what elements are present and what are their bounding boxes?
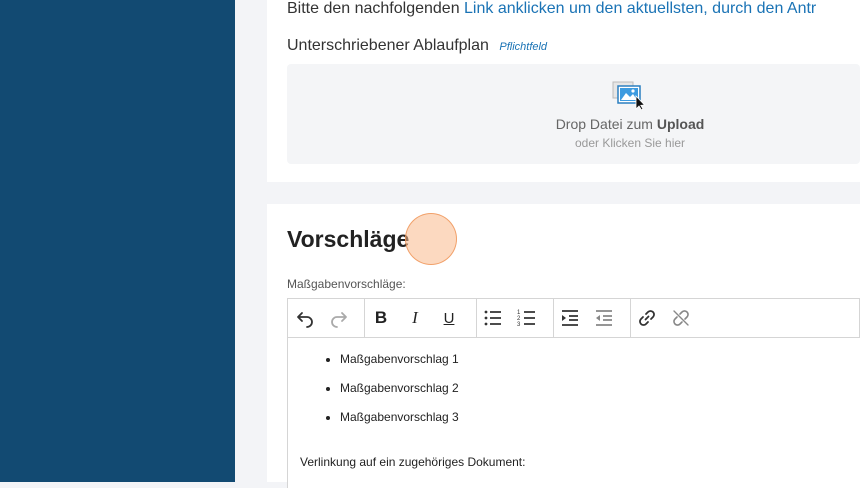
drop-text: Drop Datei zum Upload bbox=[287, 116, 860, 132]
format-group: B I U bbox=[364, 299, 477, 337]
unlink-icon bbox=[673, 310, 689, 326]
italic-button[interactable]: I bbox=[398, 299, 432, 337]
list-group: 1 2 3 bbox=[476, 299, 554, 337]
drop-subtext: oder Klicken Sie hier bbox=[574, 136, 686, 150]
outdent-button[interactable] bbox=[587, 299, 621, 337]
bold-label: B bbox=[374, 308, 388, 327]
intro-prefix: Bitte den nachfolgenden bbox=[287, 0, 465, 17]
section-title: Vorschläge bbox=[287, 226, 410, 252]
upload-card: Bitte den nachfolgenden Link anklicken u… bbox=[267, 0, 860, 182]
bold-button[interactable]: B bbox=[364, 299, 398, 337]
proposal-list: Maßgabenvorschlag 1 Maßgabenvorschlag 2 … bbox=[288, 352, 459, 439]
editor-content[interactable]: Maßgabenvorschlag 1 Maßgabenvorschlag 2 … bbox=[287, 338, 860, 488]
svg-text:3: 3 bbox=[517, 322, 521, 328]
numbered-list-icon: 1 2 3 bbox=[517, 310, 535, 328]
drop-bold: Upload bbox=[656, 116, 705, 132]
editor-toolbar: B I U 1 2 3 bbox=[287, 298, 860, 338]
list-item: Maßgabenvorschlag 2 bbox=[340, 381, 459, 410]
indent-button[interactable] bbox=[553, 299, 587, 337]
underline-label: U bbox=[443, 309, 455, 327]
link-icon bbox=[639, 310, 655, 326]
sidebar bbox=[0, 0, 235, 482]
intro-link[interactable]: Link anklicken um den aktuellsten, durch… bbox=[464, 0, 816, 17]
cursor-indicator bbox=[405, 213, 457, 265]
editor-label: Maßgabenvorschläge: bbox=[287, 277, 406, 291]
list-item: Maßgabenvorschlag 3 bbox=[340, 410, 459, 439]
file-dropzone[interactable]: Drop Datei zum Upload oder Klicken Sie h… bbox=[287, 64, 860, 164]
link-group bbox=[630, 299, 707, 337]
undo-button[interactable] bbox=[288, 299, 322, 337]
outdent-icon bbox=[596, 310, 612, 326]
history-group bbox=[288, 299, 365, 337]
italic-label: I bbox=[412, 308, 418, 327]
bullet-list-button[interactable] bbox=[476, 299, 510, 337]
indent-group bbox=[553, 299, 631, 337]
required-badge: Pflichtfeld bbox=[499, 41, 548, 53]
image-upload-icon bbox=[612, 81, 646, 110]
redo-icon bbox=[331, 312, 347, 328]
unlink-button[interactable] bbox=[664, 299, 698, 337]
intro-text: Bitte den nachfolgenden Link anklicken u… bbox=[287, 0, 816, 18]
redo-button[interactable] bbox=[322, 299, 356, 337]
bullet-list-icon bbox=[484, 310, 501, 326]
undo-icon bbox=[297, 312, 313, 328]
drop-prefix: Drop Datei zum bbox=[555, 116, 657, 132]
editor-paragraph: Verlinkung auf ein zugehöriges Dokument: bbox=[300, 455, 526, 469]
proposals-card: Vorschläge Maßgabenvorschläge: B I U 1 2… bbox=[267, 204, 860, 488]
indent-icon bbox=[562, 310, 578, 326]
list-item: Maßgabenvorschlag 1 bbox=[340, 352, 459, 381]
underline-button[interactable]: U bbox=[432, 299, 466, 337]
field-label-text: Unterschriebener Ablaufplan bbox=[287, 37, 489, 54]
numbered-list-button[interactable]: 1 2 3 bbox=[510, 299, 544, 337]
link-button[interactable] bbox=[630, 299, 664, 337]
field-label: Unterschriebener Ablaufplan Pflichtfeld bbox=[287, 37, 547, 55]
